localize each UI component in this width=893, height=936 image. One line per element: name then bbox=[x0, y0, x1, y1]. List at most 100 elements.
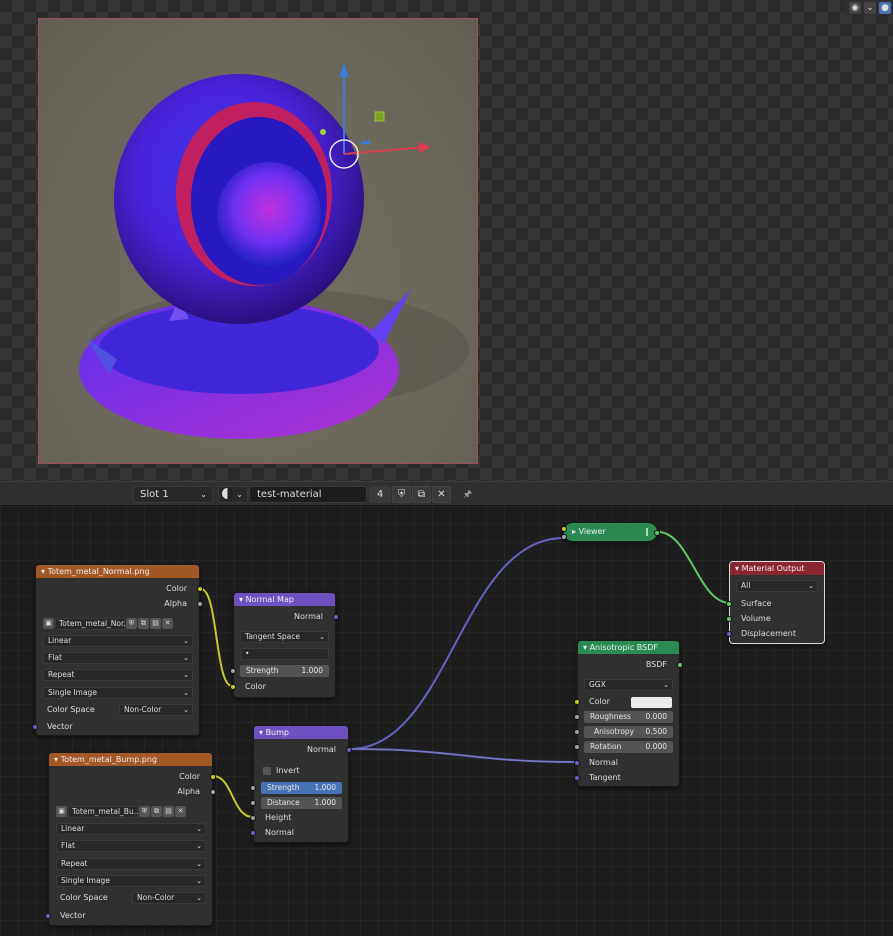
field-label: Strength bbox=[267, 783, 300, 792]
anisotropic-bsdf-node[interactable]: ▾ Anisotropic BSDF BSDF GGX ⌄ Color Rough… bbox=[574, 640, 683, 787]
slot-label: Slot 1 bbox=[140, 489, 169, 500]
overlay-icon[interactable]: ● bbox=[879, 1, 891, 14]
socket-color-out[interactable] bbox=[197, 586, 203, 592]
socket-alpha-out[interactable] bbox=[210, 789, 216, 795]
socket-normal-out[interactable] bbox=[333, 614, 339, 620]
extension-dropdown[interactable]: Repeat ⌄ bbox=[43, 669, 193, 681]
socket-viewer-in-value[interactable] bbox=[561, 534, 567, 540]
chevron-down-icon: ⌄ bbox=[319, 633, 325, 641]
output-normal-label: Normal bbox=[294, 612, 323, 621]
source-dropdown[interactable]: Single Image ⌄ bbox=[56, 875, 206, 887]
socket-color-in[interactable] bbox=[574, 699, 580, 705]
socket-surface-in[interactable] bbox=[726, 601, 732, 607]
node-title[interactable]: ▾ Bump bbox=[254, 726, 348, 739]
unlink-close-icon[interactable]: ✕ bbox=[432, 486, 451, 503]
color-space-dropdown[interactable]: Non-Color ⌄ bbox=[132, 892, 206, 904]
strength-field[interactable]: Strength 1.000 bbox=[261, 782, 342, 794]
socket-normal-out[interactable] bbox=[346, 747, 352, 753]
output-alpha-label: Alpha bbox=[164, 599, 187, 608]
socket-roughness-in[interactable] bbox=[574, 714, 580, 720]
socket-anisotropy-in[interactable] bbox=[574, 729, 580, 735]
socket-rotation-in[interactable] bbox=[574, 744, 580, 750]
socket-vector-in[interactable] bbox=[32, 724, 38, 730]
node-editor-canvas[interactable]: ▾ Totem_metal_Normal.png Color Alpha ▣ T… bbox=[0, 506, 893, 936]
node-title[interactable]: ▾ Anisotropic BSDF bbox=[578, 641, 679, 654]
eye-icon[interactable]: ◉ bbox=[849, 1, 861, 14]
socket-normal-in[interactable] bbox=[250, 830, 256, 836]
roughness-field[interactable]: Roughness 0.000 bbox=[584, 711, 673, 723]
image-browse-icon[interactable]: ▣ bbox=[43, 618, 54, 629]
socket-normal-in[interactable] bbox=[574, 760, 580, 766]
material-user-count[interactable]: 4 bbox=[369, 486, 391, 503]
uv-map-field[interactable]: • bbox=[240, 648, 329, 660]
projection-dropdown[interactable]: Flat ⌄ bbox=[56, 840, 206, 852]
node-title[interactable]: ▾ Material Output bbox=[730, 562, 824, 575]
socket-bsdf-out[interactable] bbox=[677, 662, 683, 668]
socket-vector-in[interactable] bbox=[45, 913, 51, 919]
node-title[interactable]: ▾ Totem_metal_Normal.png bbox=[36, 565, 199, 578]
socket-color-out[interactable] bbox=[210, 774, 216, 780]
color-space-dropdown[interactable]: Non-Color ⌄ bbox=[119, 704, 193, 716]
duplicate-image-icon[interactable]: ⧉ bbox=[151, 806, 162, 817]
open-image-folder-icon[interactable]: ▤ bbox=[150, 618, 161, 629]
image-browse-icon[interactable]: ▣ bbox=[56, 806, 67, 817]
viewer-node[interactable]: ▸ Viewer ‖ bbox=[561, 522, 660, 542]
unlink-close-icon[interactable]: ✕ bbox=[162, 618, 173, 629]
node-title-text: Totem_metal_Bump.png bbox=[60, 755, 158, 764]
node-title[interactable]: ▸ Viewer bbox=[564, 523, 657, 536]
socket-strength-in[interactable] bbox=[250, 785, 256, 791]
viewport-overlay-controls[interactable]: ◉ ⌄ ● bbox=[845, 0, 893, 15]
normal-map-node[interactable]: ▾ Normal Map Normal Tangent Space ⌄ • Str… bbox=[230, 592, 339, 698]
socket-distance-in[interactable] bbox=[250, 800, 256, 806]
open-image-folder-icon[interactable]: ▤ bbox=[163, 806, 174, 817]
socket-volume-in[interactable] bbox=[726, 616, 732, 622]
socket-color-in[interactable] bbox=[230, 684, 236, 690]
chevron-down-icon[interactable]: ⌄ bbox=[864, 1, 876, 14]
strength-field[interactable]: Strength 1.000 bbox=[240, 665, 329, 677]
image-name-field[interactable]: Totem_metal_Bu... bbox=[68, 805, 141, 818]
socket-viewer-out[interactable] bbox=[654, 530, 660, 536]
node-title-text: Bump bbox=[265, 728, 289, 737]
extension-dropdown[interactable]: Repeat ⌄ bbox=[56, 858, 206, 870]
unlink-close-icon[interactable]: ✕ bbox=[175, 806, 186, 817]
node-title[interactable]: ▾ Totem_metal_Bump.png bbox=[49, 753, 212, 766]
duplicate-material-icon[interactable]: ⧉ bbox=[412, 486, 431, 503]
material-output-node[interactable]: ▾ Material Output All ⌄ Surface Volume Di… bbox=[726, 561, 825, 644]
field-value: 0.500 bbox=[645, 727, 667, 736]
distribution-dropdown[interactable]: GGX ⌄ bbox=[584, 679, 673, 691]
space-dropdown[interactable]: Tangent Space ⌄ bbox=[240, 631, 329, 643]
slot-selector[interactable]: Slot 1 ⌄ bbox=[133, 486, 213, 503]
bump-node[interactable]: ▾ Bump Normal Invert Strength 1.000 Dista… bbox=[250, 725, 352, 843]
anisotropy-field[interactable]: Anisotropy 0.500 bbox=[584, 726, 673, 738]
material-name-field[interactable]: test-material bbox=[249, 486, 367, 503]
render-viewport[interactable]: ◉ ⌄ ● bbox=[0, 0, 893, 481]
image-name-field[interactable]: Totem_metal_Nor... bbox=[55, 617, 131, 630]
color-swatch[interactable] bbox=[631, 697, 672, 708]
projection-dropdown[interactable]: Flat ⌄ bbox=[43, 652, 193, 664]
material-browse-button[interactable]: ⌄ bbox=[218, 486, 248, 503]
target-dropdown[interactable]: All ⌄ bbox=[736, 580, 818, 592]
node-title[interactable]: ▾ Normal Map bbox=[234, 593, 335, 606]
socket-tangent-in[interactable] bbox=[574, 775, 580, 781]
socket-strength-in[interactable] bbox=[230, 668, 236, 674]
image-selector-row[interactable]: ▣ Totem_metal_Bu... ⛨ ⧉ ▤ ✕ bbox=[56, 805, 186, 818]
socket-viewer-in-color[interactable] bbox=[561, 526, 567, 532]
image-texture-node-bump[interactable]: ▾ Totem_metal_Bump.png Color Alpha ▣ Tot… bbox=[45, 752, 216, 926]
pin-icon[interactable]: 🖈 bbox=[458, 486, 477, 503]
source-dropdown[interactable]: Single Image ⌄ bbox=[43, 687, 193, 699]
interpolation-dropdown[interactable]: Linear ⌄ bbox=[43, 635, 193, 647]
socket-displacement-in[interactable] bbox=[726, 631, 732, 637]
invert-checkbox[interactable] bbox=[263, 767, 271, 775]
image-texture-node-normal[interactable]: ▾ Totem_metal_Normal.png Color Alpha ▣ T… bbox=[32, 564, 203, 736]
interpolation-dropdown[interactable]: Linear ⌄ bbox=[56, 823, 206, 835]
distance-field[interactable]: Distance 1.000 bbox=[261, 797, 342, 809]
rotation-field[interactable]: Rotation 0.000 bbox=[584, 741, 673, 753]
image-selector-row[interactable]: ▣ Totem_metal_Nor... ⛨ ⧉ ▤ ✕ bbox=[43, 617, 173, 630]
socket-height-in[interactable] bbox=[250, 815, 256, 821]
fake-user-shield-icon[interactable]: ⛨ bbox=[392, 486, 411, 503]
fake-user-shield-icon[interactable]: ⛨ bbox=[139, 806, 150, 817]
fake-user-shield-icon[interactable]: ⛨ bbox=[126, 618, 137, 629]
duplicate-image-icon[interactable]: ⧉ bbox=[138, 618, 149, 629]
chevron-down-icon: ⌄ bbox=[196, 894, 202, 902]
socket-alpha-out[interactable] bbox=[197, 601, 203, 607]
